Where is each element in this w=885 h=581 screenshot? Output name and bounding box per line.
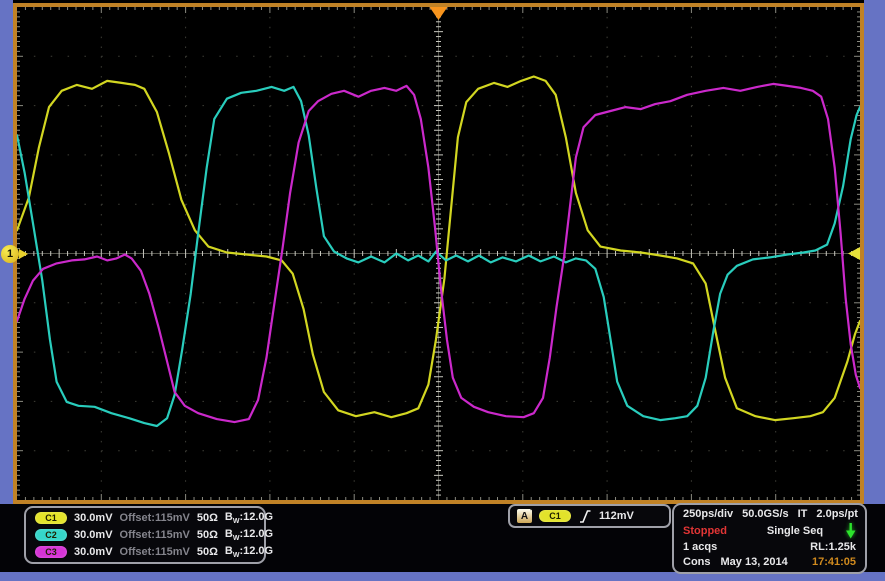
c3-offset: Offset:115mV xyxy=(120,546,190,558)
channel-readout-c2[interactable]: C2 30.0mV Offset:115mV 50Ω BW:12.0G xyxy=(26,527,264,543)
c1-impedance: 50Ω xyxy=(197,512,218,524)
cons-label: Cons xyxy=(683,556,711,568)
acquisition-readout-box[interactable]: 250ps/div 50.0GS/s IT 2.0ps/pt Stopped S… xyxy=(672,503,867,574)
c2-bandwidth: BW:12.0G xyxy=(225,528,273,542)
c2-scale: 30.0mV xyxy=(74,529,113,541)
channel-1-marker[interactable]: 1 xyxy=(1,245,19,263)
trigger-position-marker[interactable] xyxy=(430,7,448,20)
rising-edge-icon xyxy=(578,509,592,524)
trigger-a-badge: A′ xyxy=(517,509,532,523)
trigger-readout-box[interactable]: A′ C1 112mV xyxy=(508,504,671,528)
time-label: 17:41:05 xyxy=(812,556,856,568)
trigger-level-marker[interactable] xyxy=(848,247,860,260)
graticule xyxy=(13,3,864,504)
c3-scale: 30.0mV xyxy=(74,546,113,558)
trigger-source-badge[interactable]: C1 xyxy=(539,510,571,522)
c1-offset: Offset:115mV xyxy=(120,512,190,524)
c3-bandwidth: BW:12.0G xyxy=(225,545,273,559)
resolution: 2.0ps/pt xyxy=(816,508,858,520)
channel-1-marker-arrow xyxy=(19,249,28,259)
channel-badge-c2[interactable]: C2 xyxy=(35,529,67,541)
channel-badge-c3[interactable]: C3 xyxy=(35,546,67,558)
oscilloscope-screen: 1 C1 30.0mV Offset:115mV 50Ω BW:12.0G C2… xyxy=(0,0,885,581)
window-frame-left xyxy=(0,0,13,581)
datetime-row: Cons May 13, 2014 17:41:05 xyxy=(683,556,856,568)
acq-count: 1 acqs xyxy=(683,541,810,553)
c1-bandwidth: BW:12.0G xyxy=(225,511,273,525)
date-label: May 13, 2014 xyxy=(721,556,812,568)
c2-impedance: 50Ω xyxy=(197,529,218,541)
run-status-row: Stopped Single Seq xyxy=(683,523,856,539)
horizontal-readout: 250ps/div 50.0GS/s IT 2.0ps/pt xyxy=(683,508,856,520)
sample-rate: 50.0GS/s xyxy=(742,508,788,520)
channel-readout-c3[interactable]: C3 30.0mV Offset:115mV 50Ω BW:12.0G xyxy=(26,544,264,560)
c2-offset: Offset:115mV xyxy=(120,529,190,541)
channel-readout-box: C1 30.0mV Offset:115mV 50Ω BW:12.0G C2 3… xyxy=(24,506,266,564)
waveform-plot xyxy=(17,7,860,500)
trigger-ready-arrow-icon xyxy=(845,523,856,539)
c3-impedance: 50Ω xyxy=(197,546,218,558)
window-frame-right xyxy=(864,0,885,581)
c1-scale: 30.0mV xyxy=(74,512,113,524)
acqs-row: 1 acqs RL:1.25k xyxy=(683,541,856,553)
timebase: 250ps/div xyxy=(683,508,733,520)
status-bar: C1 30.0mV Offset:115mV 50Ω BW:12.0G C2 3… xyxy=(0,504,885,572)
channel-readout-c1[interactable]: C1 30.0mV Offset:115mV 50Ω BW:12.0G xyxy=(26,510,264,526)
channel-badge-c1[interactable]: C1 xyxy=(35,512,67,524)
record-length: RL:1.25k xyxy=(810,541,856,553)
run-status: Stopped xyxy=(683,525,745,537)
acq-mode: IT xyxy=(798,508,808,520)
run-mode: Single Seq xyxy=(745,525,845,537)
trigger-level: 112mV xyxy=(599,510,634,522)
